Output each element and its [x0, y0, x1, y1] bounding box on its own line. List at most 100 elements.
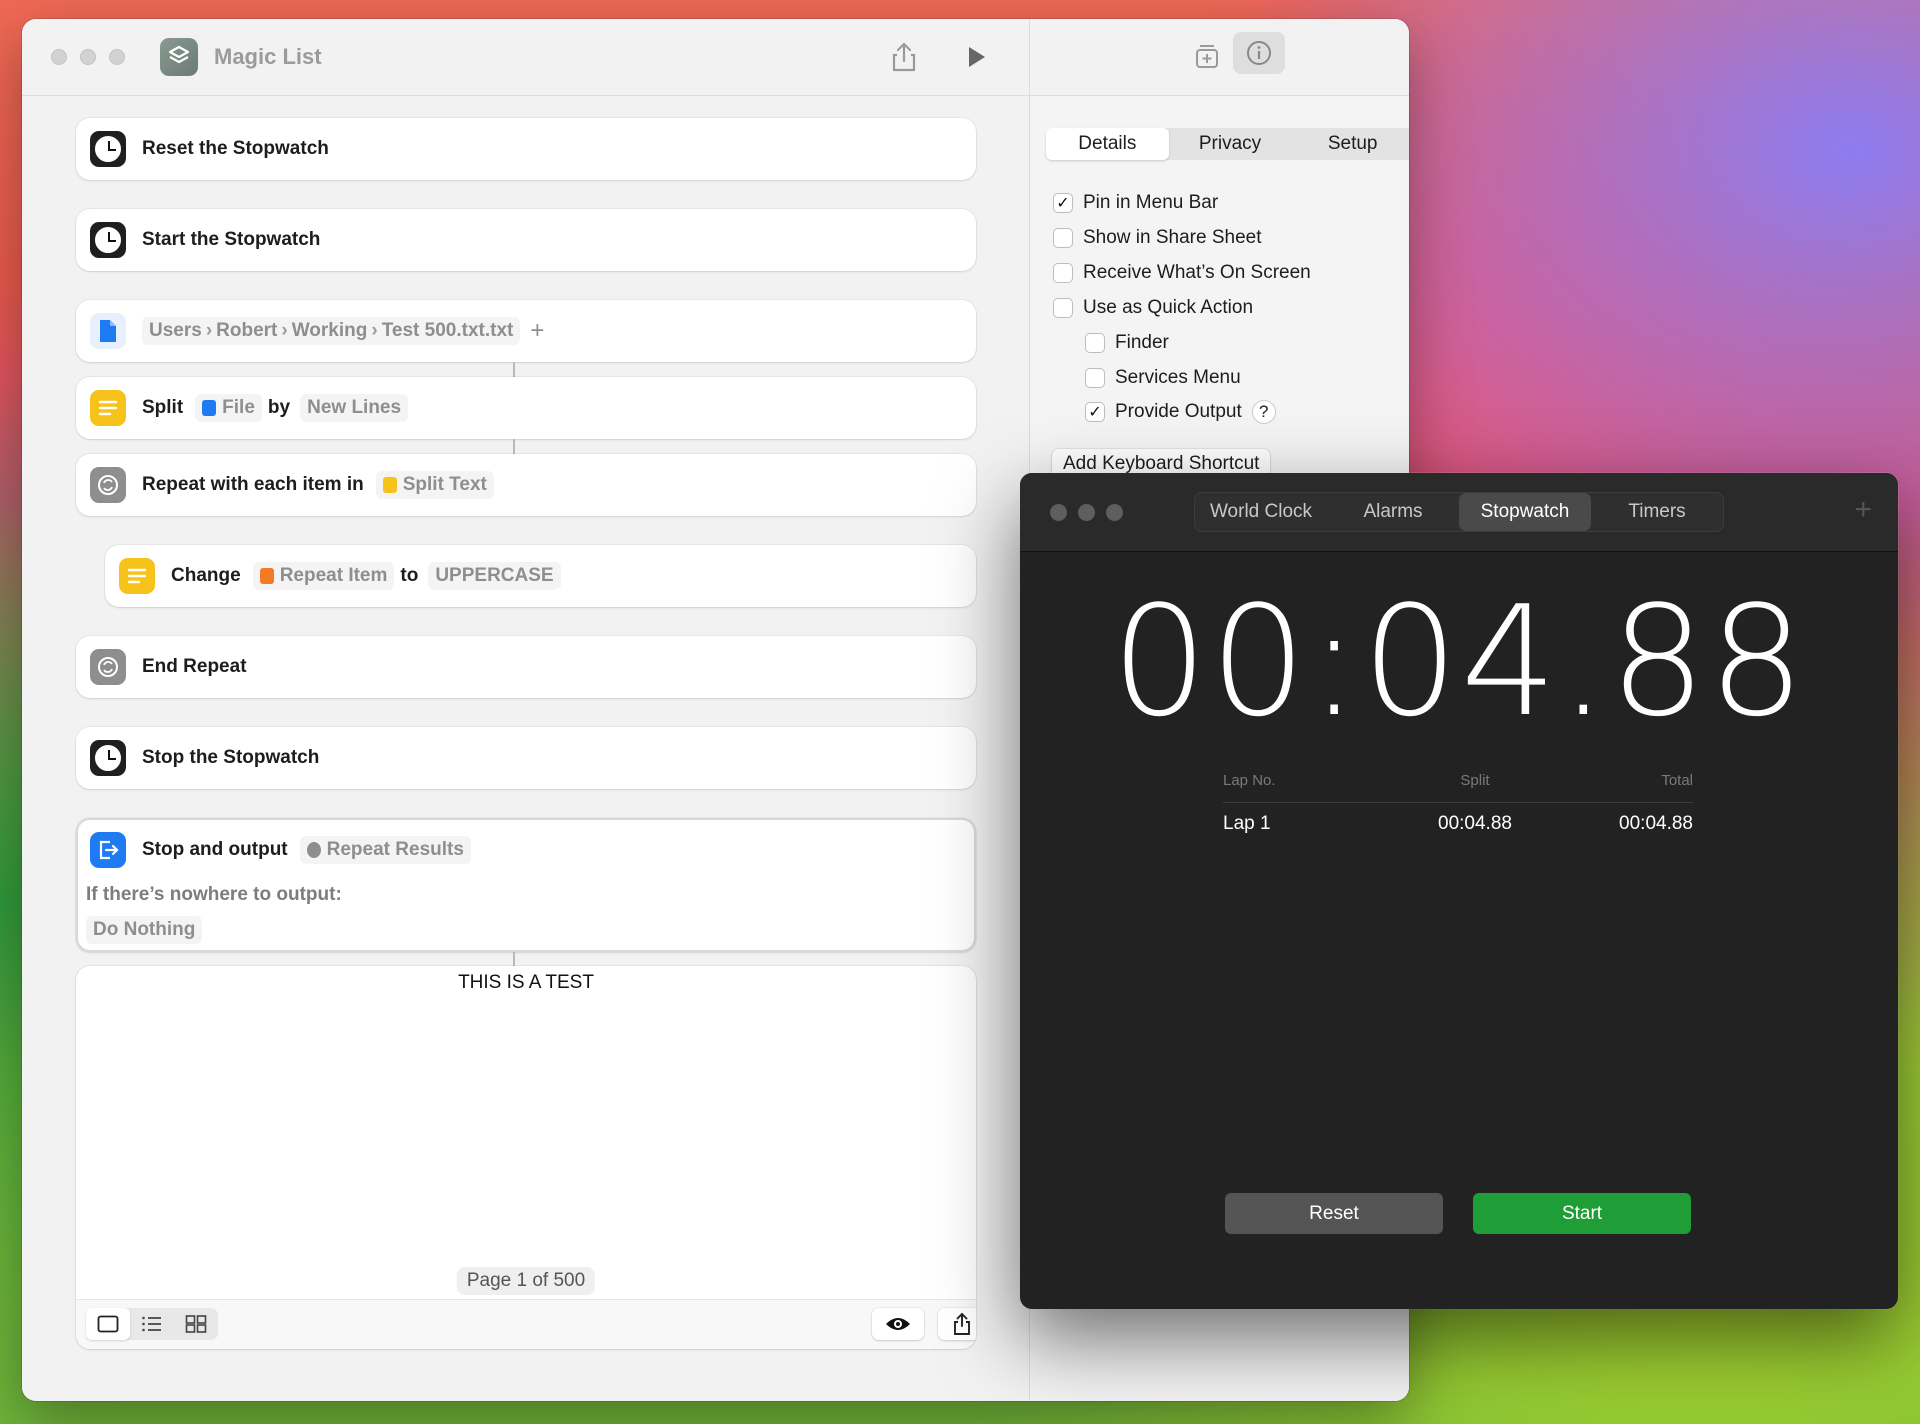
close-window-button[interactable]: [51, 49, 67, 65]
close-window-button[interactable]: [1050, 504, 1067, 521]
option-provide-output[interactable]: ✓ Provide Output ?: [1085, 400, 1276, 424]
grid-view-button[interactable]: [174, 1308, 218, 1340]
tab-timers[interactable]: Timers: [1591, 493, 1723, 531]
repeat-input-token[interactable]: Split Text: [375, 471, 494, 499]
tab-stopwatch[interactable]: Stopwatch: [1459, 493, 1591, 531]
path-token[interactable]: Users › Robert › Working › Test 500.txt.…: [142, 317, 521, 345]
path-working[interactable]: Working: [292, 320, 368, 342]
action-repeat[interactable]: Repeat with each item in Split Text: [76, 454, 976, 516]
action-file-path[interactable]: Users › Robert › Working › Test 500.txt.…: [76, 300, 976, 362]
option-receive-on-screen[interactable]: Receive What’s On Screen: [1053, 262, 1311, 284]
action-stop-output[interactable]: Stop and output Repeat Results If there’…: [76, 818, 976, 952]
clock-icon: [90, 131, 126, 167]
flow-connector: [513, 362, 515, 377]
file-icon: [90, 313, 126, 349]
help-icon[interactable]: ?: [1251, 400, 1276, 424]
path-users[interactable]: Users: [149, 320, 202, 342]
tab-alarms[interactable]: Alarms: [1327, 493, 1459, 531]
action-stop-stopwatch[interactable]: Stop the Stopwatch: [76, 727, 976, 789]
repeat-icon: [90, 649, 126, 685]
stop-output-row: Stop and output Repeat Results: [78, 832, 477, 868]
chevron-right-icon: ›: [281, 320, 288, 341]
info-icon[interactable]: [1233, 32, 1285, 74]
option-finder[interactable]: Finder: [1085, 332, 1169, 354]
option-pin-in-menu-bar[interactable]: ✓ Pin in Menu Bar: [1053, 192, 1218, 214]
lap-split-header: Split: [1460, 772, 1490, 789]
option-show-in-share-sheet[interactable]: Show in Share Sheet: [1053, 227, 1262, 249]
action-change-case[interactable]: Change Repeat Item to UPPERCASE: [105, 545, 976, 607]
shortcut-title[interactable]: Magic List: [214, 44, 322, 70]
tab-setup[interactable]: Setup: [1291, 128, 1409, 160]
split-input-token[interactable]: File: [195, 394, 262, 422]
case-token[interactable]: UPPERCASE: [428, 562, 561, 590]
single-page-view-button[interactable]: [86, 1308, 130, 1340]
action-reset-stopwatch[interactable]: Reset the Stopwatch: [76, 118, 976, 180]
share-icon: [954, 1312, 970, 1335]
run-icon[interactable]: [962, 43, 990, 71]
checkbox[interactable]: [1085, 368, 1105, 388]
minimize-window-button[interactable]: [80, 49, 96, 65]
clock-icon: [90, 222, 126, 258]
shortcut-editor: Reset the Stopwatch Start the Stopwatch …: [22, 96, 1029, 1401]
chevron-right-icon: ›: [371, 320, 378, 341]
start-button[interactable]: Start: [1473, 1193, 1691, 1234]
eye-icon: [886, 1318, 910, 1330]
action-label: by: [267, 397, 291, 418]
checkbox-checked[interactable]: ✓: [1053, 193, 1073, 213]
shortcuts-app-icon: [160, 38, 198, 76]
checkbox-checked[interactable]: ✓: [1085, 402, 1105, 422]
action-label: Reset the Stopwatch: [142, 138, 329, 159]
action-label: End Repeat: [142, 656, 247, 677]
checkbox[interactable]: [1053, 228, 1073, 248]
flow-connector: [513, 952, 515, 966]
output-text: THIS IS A TEST: [458, 972, 594, 993]
action-label: Split: [142, 397, 184, 418]
lap-divider: [1223, 802, 1693, 803]
action-label: Change: [171, 565, 241, 586]
tab-world-clock[interactable]: World Clock: [1195, 493, 1327, 531]
path-file[interactable]: Test 500.txt.txt: [382, 320, 514, 342]
quick-look-button[interactable]: [872, 1308, 924, 1340]
checkbox[interactable]: [1053, 263, 1073, 283]
option-quick-action[interactable]: Use as Quick Action: [1053, 297, 1253, 319]
action-end-repeat[interactable]: End Repeat: [76, 636, 976, 698]
clock-window: World Clock Alarms Stopwatch Timers + 00…: [1020, 473, 1898, 1309]
text-icon: [382, 477, 397, 493]
zoom-window-button[interactable]: [1106, 504, 1123, 521]
action-label: Repeat with each item in: [142, 474, 364, 495]
add-icon[interactable]: +: [1854, 493, 1872, 527]
lap-number: Lap 1: [1223, 813, 1271, 834]
path-robert[interactable]: Robert: [216, 320, 277, 342]
lap-number-header: Lap No.: [1223, 772, 1276, 789]
tab-details[interactable]: Details: [1046, 128, 1169, 160]
checkbox[interactable]: [1085, 333, 1105, 353]
lap-split: 00:04.88: [1438, 813, 1512, 834]
option-label: Use as Quick Action: [1083, 297, 1254, 318]
token-label: Split Text: [402, 474, 487, 495]
option-label: Finder: [1115, 332, 1169, 353]
option-services-menu[interactable]: Services Menu: [1085, 367, 1241, 389]
minimize-window-button[interactable]: [1078, 504, 1095, 521]
add-to-library-icon[interactable]: [1190, 39, 1224, 73]
add-icon[interactable]: +: [530, 317, 544, 345]
action-split[interactable]: Split File by New Lines: [76, 377, 976, 439]
variable-icon: [259, 568, 274, 584]
action-start-stopwatch[interactable]: Start the Stopwatch: [76, 209, 976, 271]
reset-button[interactable]: Reset: [1225, 1193, 1443, 1234]
file-icon: [202, 400, 217, 416]
output-var-token[interactable]: Repeat Results: [299, 836, 471, 864]
nowhere-label: If there’s nowhere to output:: [86, 884, 342, 905]
list-view-button[interactable]: [130, 1308, 174, 1340]
share-icon[interactable]: [889, 41, 919, 73]
split-mode-token[interactable]: New Lines: [300, 394, 409, 422]
page-indicator: Page 1 of 500: [456, 1267, 596, 1295]
zoom-window-button[interactable]: [109, 49, 125, 65]
output-share-button[interactable]: [938, 1308, 976, 1340]
lap-total-header: Total: [1661, 772, 1693, 789]
clock-titlebar: World Clock Alarms Stopwatch Timers +: [1020, 473, 1898, 552]
nowhere-option-token[interactable]: Do Nothing: [86, 916, 203, 944]
option-label: Services Menu: [1115, 367, 1241, 388]
change-input-token[interactable]: Repeat Item: [252, 562, 395, 590]
tab-privacy[interactable]: Privacy: [1169, 128, 1292, 160]
checkbox[interactable]: [1053, 298, 1073, 318]
